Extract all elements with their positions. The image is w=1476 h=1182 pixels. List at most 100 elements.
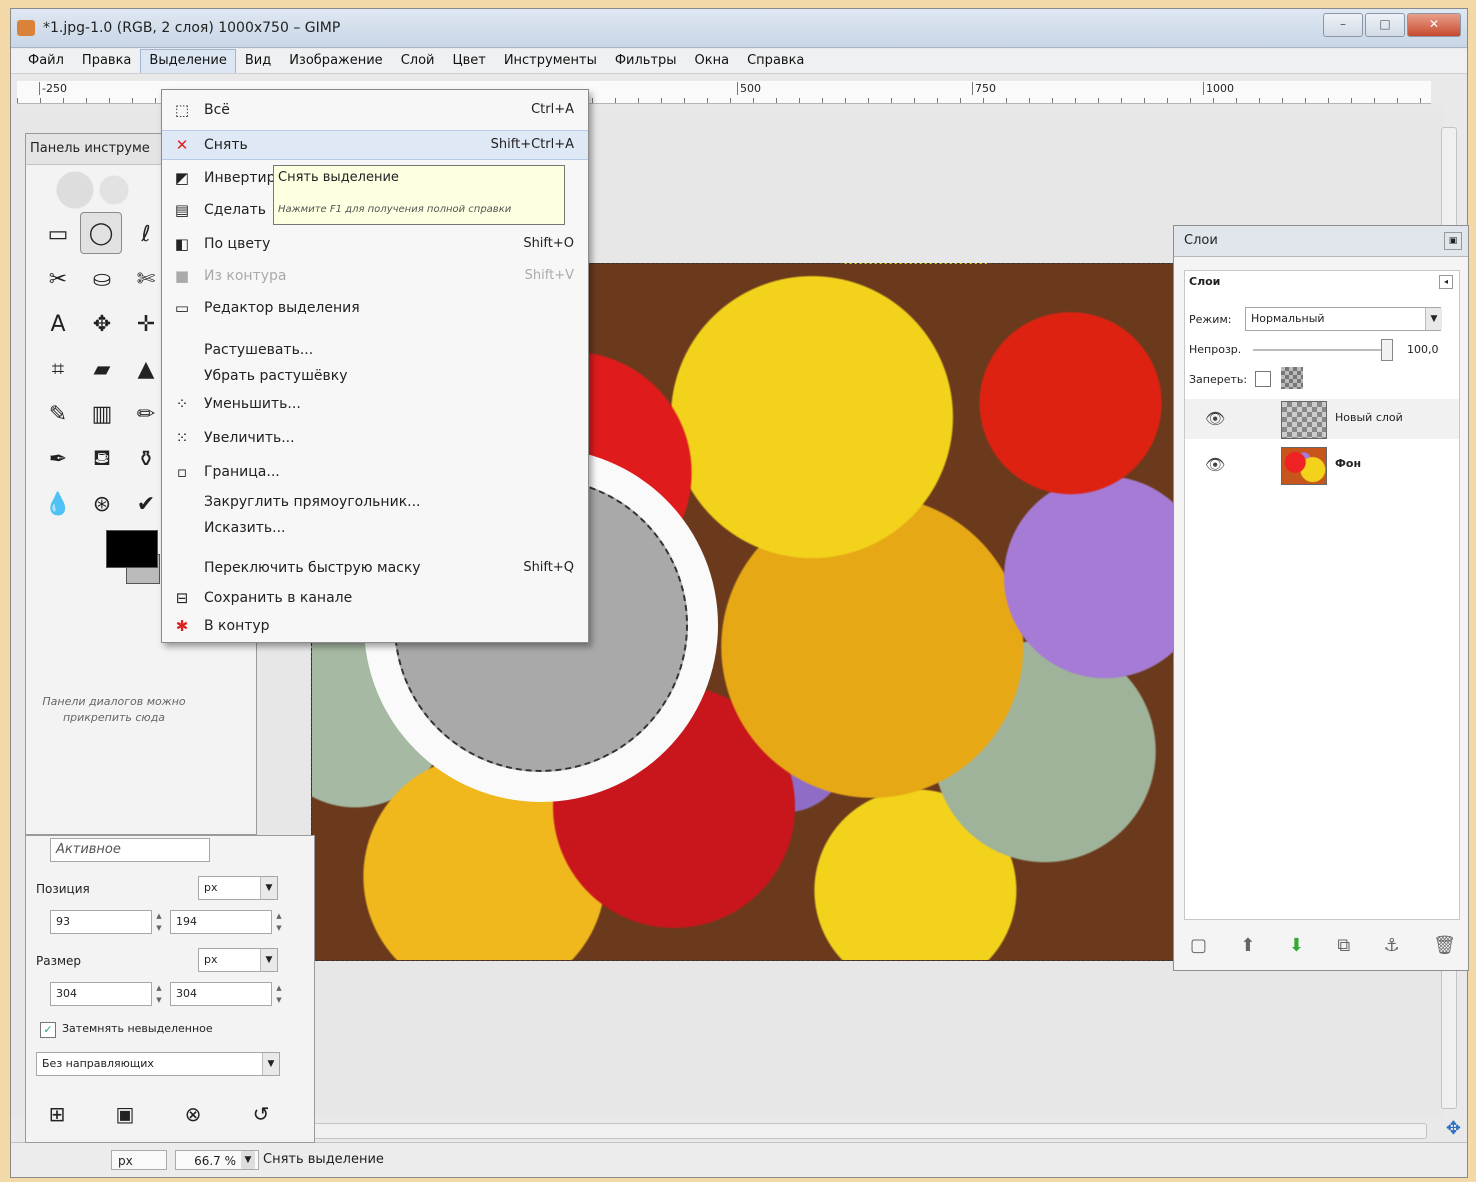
duplicate-layer-icon[interactable]: ⧉ [1337, 935, 1350, 956]
menu-item[interactable]: Переключить быструю маску Shift+Q [162, 554, 588, 582]
menu-layer[interactable]: Слой [392, 49, 444, 73]
menu-item[interactable]: ◧ По цвету Shift+O [162, 230, 588, 258]
size-h-field[interactable]: 304 [170, 982, 272, 1006]
size-w-field[interactable]: 304 [50, 982, 152, 1006]
lower-layer-icon[interactable]: ⬇ [1289, 935, 1304, 956]
tab-menu-icon[interactable]: ◂ [1439, 275, 1453, 289]
spin-icon[interactable]: ▲ ▼ [154, 910, 164, 934]
tooltip: Снять выделение Нажмите F1 для получения… [273, 165, 565, 225]
save-options-icon[interactable]: ⊞ [46, 1102, 68, 1126]
menu-item[interactable]: ⁘ Уменьшить... [162, 390, 588, 418]
menu-item[interactable]: ⬚ Всё Ctrl+A [162, 96, 588, 124]
text-icon[interactable]: ✎ [36, 392, 80, 437]
maximize-button[interactable]: □ [1365, 13, 1405, 37]
eye-icon[interactable]: 👁 [1205, 409, 1225, 428]
chevron-down-icon[interactable]: ▼ [1425, 308, 1442, 330]
smudge-icon[interactable]: ⊛ [80, 482, 124, 527]
blend-icon[interactable]: ▥ [80, 392, 124, 437]
menu-item-label: Закруглить прямоугольник... [204, 494, 421, 510]
layer-name[interactable]: Новый слой [1335, 411, 1403, 424]
pos-x-field[interactable]: 93 [50, 910, 152, 934]
chevron-down-icon[interactable]: ▼ [260, 949, 277, 971]
layer-mode-select[interactable]: Нормальный [1245, 307, 1441, 331]
menu-file[interactable]: Файл [19, 49, 73, 73]
opacity-value[interactable]: 100,0 [1407, 343, 1439, 356]
menu-item-label: Растушевать... [204, 342, 314, 358]
lock-checkbox[interactable] [1255, 371, 1271, 387]
delete-layer-icon[interactable]: 🗑 [1433, 935, 1456, 956]
guides-select[interactable]: Без направляющих [36, 1052, 280, 1076]
close-button[interactable]: ✕ [1407, 13, 1461, 37]
menu-item-label: Уменьшить... [204, 396, 301, 412]
crop-icon[interactable]: ⌗ [36, 347, 80, 392]
raise-layer-icon[interactable]: ⬆ [1240, 935, 1255, 956]
menu-item[interactable]: Закруглить прямоугольник... [162, 488, 588, 516]
menu-item[interactable]: ⊟ Сохранить в канале [162, 584, 588, 612]
menu-item-label: Снять [204, 137, 248, 153]
ink-icon[interactable]: ⛾ [80, 437, 124, 482]
layer-row[interactable]: 👁 Новый слой [1185, 399, 1459, 439]
rect-select-icon[interactable]: ▭ [36, 212, 80, 257]
delete-options-icon[interactable]: ⊗ [182, 1102, 204, 1126]
status-bar: px 66.7 % ▼ Снять выделение [11, 1142, 1467, 1177]
horizontal-scrollbar[interactable] [311, 1123, 1427, 1139]
minimize-button[interactable]: – [1323, 13, 1363, 37]
pos-y-field[interactable]: 194 [170, 910, 272, 934]
chevron-down-icon[interactable]: ▼ [262, 1053, 279, 1075]
menu-item-shortcut: Shift+O [523, 236, 574, 251]
menu-item[interactable]: Убрать растушёвку [162, 362, 588, 390]
fuzzy-select-icon[interactable]: ✂ [36, 257, 80, 302]
spin-icon[interactable]: ▲ ▼ [154, 982, 164, 1006]
to-path-icon: ✱ [175, 617, 189, 635]
menu-edit[interactable]: Правка [73, 49, 140, 73]
lock-label: Запереть: [1189, 373, 1248, 386]
new-layer-icon[interactable]: ▢ [1190, 935, 1207, 956]
menu-select[interactable]: Выделение [140, 49, 236, 73]
layer-name[interactable]: Фон [1335, 457, 1361, 470]
mode-field[interactable]: Активное [50, 838, 210, 862]
move-icon[interactable]: ✥ [80, 302, 124, 347]
menu-item[interactable]: ▭ Редактор выделения [162, 294, 588, 322]
chevron-down-icon[interactable]: ▼ [260, 877, 277, 899]
menu-view[interactable]: Вид [236, 49, 280, 73]
menu-item[interactable]: ✱ В контур [162, 612, 588, 640]
by-color-select-icon[interactable]: ⛀ [80, 257, 124, 302]
restore-options-icon[interactable]: ▣ [114, 1102, 136, 1126]
dodge-icon[interactable]: 💧 [36, 482, 80, 527]
foreground-color[interactable] [106, 530, 158, 568]
menu-item-shortcut: Ctrl+A [531, 102, 574, 117]
ellipse-select-icon[interactable]: ◯ [80, 212, 122, 254]
rotate-icon[interactable]: ▰ [80, 347, 124, 392]
eye-icon[interactable]: 👁 [1205, 455, 1225, 474]
menu-tools[interactable]: Инструменты [495, 49, 606, 73]
reset-options-icon[interactable]: ↺ [250, 1102, 272, 1126]
airbrush-icon[interactable]: ✒ [36, 437, 80, 482]
layer-row[interactable]: 👁 Фон [1185, 445, 1459, 485]
chevron-down-icon[interactable]: ▼ [241, 1151, 255, 1169]
highlight-checkbox[interactable]: ✓ [40, 1022, 56, 1038]
gimp-window: *1.jpg-1.0 (RGB, 2 слоя) 1000x750 – GIMP… [10, 8, 1469, 1178]
menu-item[interactable]: Растушевать... [162, 336, 588, 364]
opacity-slider-handle[interactable] [1381, 339, 1393, 361]
paths-icon[interactable]: A [36, 302, 80, 347]
anchor-layer-icon[interactable]: ⚓ [1384, 935, 1400, 956]
menu-filters[interactable]: Фильтры [606, 49, 686, 73]
spin-icon[interactable]: ▲ ▼ [274, 910, 284, 934]
spin-icon[interactable]: ▲ ▼ [274, 982, 284, 1006]
layers-tab[interactable]: Слои [1189, 275, 1220, 288]
menu-item[interactable]: Исказить... [162, 514, 588, 542]
color-swatches[interactable] [104, 528, 160, 584]
menu-item[interactable]: ✕ Снять Shift+Ctrl+A [162, 130, 588, 160]
navigate-icon[interactable]: ✥ [1446, 1118, 1461, 1139]
menu-item[interactable]: ▫ Граница... [162, 458, 588, 486]
menu-colors[interactable]: Цвет [443, 49, 494, 73]
menu-windows[interactable]: Окна [686, 49, 739, 73]
menu-item-shortcut: Shift+V [524, 268, 574, 283]
lock-alpha-icon[interactable] [1281, 367, 1303, 389]
menu-help[interactable]: Справка [738, 49, 813, 73]
menu-image[interactable]: Изображение [280, 49, 391, 73]
tool-options-panel: Активное Позиция px ▼ 93 ▲ ▼ 194 ▲ ▼ Разме… [25, 835, 315, 1143]
menu-item[interactable]: ⁙ Увеличить... [162, 424, 588, 452]
dock-menu-icon[interactable]: ▣ [1444, 232, 1462, 250]
unit-selector[interactable]: px [111, 1150, 167, 1170]
